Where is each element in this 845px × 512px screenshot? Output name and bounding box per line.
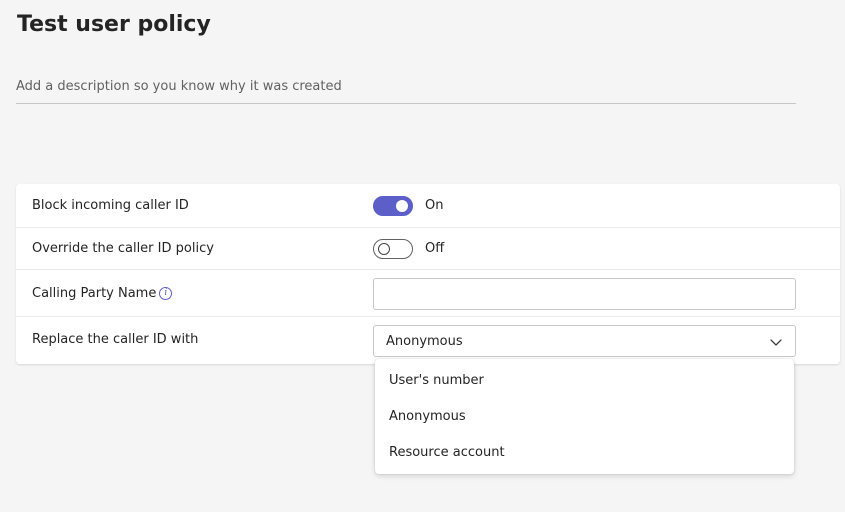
setting-row-block-incoming: Block incoming caller ID On — [16, 184, 840, 228]
override-policy-state: Off — [425, 241, 445, 256]
settings-card: Block incoming caller ID On Override the… — [16, 184, 840, 364]
calling-party-name-label-wrap: Calling Party Name i — [32, 286, 173, 301]
dropdown-option-anonymous[interactable]: Anonymous — [375, 399, 794, 435]
calling-party-name-input[interactable] — [373, 278, 796, 310]
replace-caller-id-selected: Anonymous — [386, 334, 463, 349]
chevron-down-icon — [770, 339, 782, 346]
replace-caller-id-select[interactable]: Anonymous — [373, 325, 796, 357]
replace-caller-id-label: Replace the caller ID with — [32, 332, 199, 347]
block-incoming-toggle[interactable] — [373, 196, 413, 216]
block-incoming-state: On — [425, 198, 444, 213]
info-icon[interactable]: i — [159, 287, 173, 300]
replace-caller-id-listbox: User's number Anonymous Resource account — [375, 359, 794, 474]
setting-row-calling-party-name: Calling Party Name i — [16, 270, 840, 317]
calling-party-name-label: Calling Party Name — [32, 286, 157, 301]
override-policy-label: Override the caller ID policy — [32, 241, 214, 256]
setting-row-replace-caller-id: Replace the caller ID with Anonymous — [16, 317, 840, 364]
dropdown-option-resource-account[interactable]: Resource account — [375, 435, 794, 471]
block-incoming-label: Block incoming caller ID — [32, 198, 189, 213]
override-policy-toggle[interactable] — [373, 239, 413, 259]
dropdown-option-users-number[interactable]: User's number — [375, 363, 794, 399]
policy-page: Test user policy Block incoming caller I… — [0, 0, 845, 512]
description-input[interactable] — [16, 70, 796, 104]
toggle-knob — [378, 243, 390, 255]
setting-row-override-policy: Override the caller ID policy Off — [16, 228, 840, 270]
toggle-knob — [396, 200, 408, 212]
page-title: Test user policy — [17, 12, 211, 37]
